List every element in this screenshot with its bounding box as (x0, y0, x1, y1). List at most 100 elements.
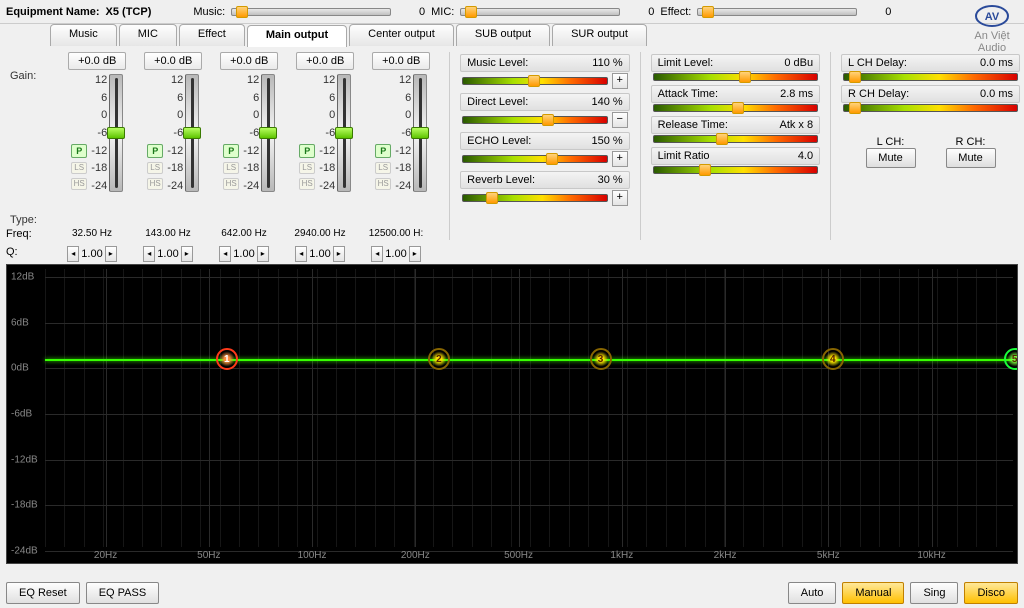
music-slider[interactable] (231, 8, 391, 16)
eq-node-4[interactable]: 4 (822, 348, 844, 370)
eq-pass-button[interactable]: EQ PASS (86, 582, 159, 604)
q-inc-button[interactable]: ▸ (181, 246, 193, 262)
type-highshelf-button[interactable]: HS (299, 178, 315, 190)
param-step-button[interactable]: + (612, 151, 628, 167)
param-row: Limit Ratio4.0 (651, 147, 821, 175)
param-slider[interactable] (653, 104, 819, 112)
tab-center-output[interactable]: Center output (349, 24, 454, 46)
type-lowshelf-button[interactable]: LS (71, 162, 87, 174)
mode-auto-button[interactable]: Auto (788, 582, 837, 604)
param-slider[interactable] (843, 73, 1018, 81)
tab-sub-output[interactable]: SUB output (456, 24, 550, 46)
freq-value-5[interactable]: 12500.00 H: (358, 228, 434, 240)
mode-sing-button[interactable]: Sing (910, 582, 958, 604)
eq-node-1[interactable]: 1 (216, 348, 238, 370)
type-highshelf-button[interactable]: HS (147, 178, 163, 190)
freq-value-4[interactable]: 2940.00 Hz (282, 228, 358, 240)
type-peak-button[interactable]: P (375, 144, 391, 158)
q-value[interactable]: 1.00 (157, 248, 178, 260)
x-tick-label: 500Hz (504, 550, 533, 561)
gain-slider[interactable] (337, 74, 351, 192)
param-name: Direct Level: (467, 96, 528, 108)
q-inc-button[interactable]: ▸ (257, 246, 269, 262)
q-dec-button[interactable]: ◂ (67, 246, 79, 262)
q-value[interactable]: 1.00 (81, 248, 102, 260)
gain-slider[interactable] (413, 74, 427, 192)
type-lowshelf-button[interactable]: LS (375, 162, 391, 174)
type-highshelf-button[interactable]: HS (375, 178, 391, 190)
param-step-button[interactable]: − (612, 112, 628, 128)
type-peak-button[interactable]: P (71, 144, 87, 158)
gain-value[interactable]: +0.0 dB (372, 52, 430, 70)
param-slider[interactable] (462, 155, 608, 163)
q-dec-button[interactable]: ◂ (295, 246, 307, 262)
param-row: Limit Level:0 dBu (651, 54, 821, 82)
param-name: Music Level: (467, 57, 528, 69)
param-step-button[interactable]: + (612, 190, 628, 206)
tab-sur-output[interactable]: SUR output (552, 24, 647, 46)
type-peak-button[interactable]: P (147, 144, 163, 158)
param-value: 2.8 ms (780, 88, 813, 100)
freq-value-2[interactable]: 143.00 Hz (130, 228, 206, 240)
tab-main-output[interactable]: Main output (247, 25, 347, 47)
param-slider[interactable] (462, 194, 608, 202)
eq-node-2[interactable]: 2 (428, 348, 450, 370)
q-inc-button[interactable]: ▸ (409, 246, 421, 262)
param-name: Limit Ratio (658, 150, 710, 162)
type-highshelf-button[interactable]: HS (71, 178, 87, 190)
gain-slider[interactable] (261, 74, 275, 192)
q-dec-button[interactable]: ◂ (143, 246, 155, 262)
tab-mic[interactable]: MIC (119, 24, 177, 46)
r-ch-mute-button[interactable]: Mute (946, 148, 996, 168)
q-cell-3: ◂1.00▸ (206, 246, 282, 262)
effect-slider[interactable] (697, 8, 857, 16)
type-peak-button[interactable]: P (299, 144, 315, 158)
q-dec-button[interactable]: ◂ (219, 246, 231, 262)
param-step-button[interactable]: + (612, 73, 628, 89)
l-ch-mute-button[interactable]: Mute (866, 148, 916, 168)
eq-graph[interactable]: 12dB6dB0dB-6dB-12dB-18dB-24dB20Hz50Hz100… (6, 264, 1018, 564)
eq-curve-line (45, 359, 1013, 361)
param-slider[interactable] (653, 135, 819, 143)
gain-slider[interactable] (185, 74, 199, 192)
q-value[interactable]: 1.00 (233, 248, 254, 260)
type-lowshelf-button[interactable]: LS (299, 162, 315, 174)
q-value[interactable]: 1.00 (309, 248, 330, 260)
param-slider[interactable] (843, 104, 1018, 112)
eq-reset-button[interactable]: EQ Reset (6, 582, 80, 604)
mode-manual-button[interactable]: Manual (842, 582, 904, 604)
gain-slider[interactable] (109, 74, 123, 192)
eq-node-3[interactable]: 3 (590, 348, 612, 370)
y-tick-label: -18dB (11, 500, 38, 511)
param-slider[interactable] (653, 166, 819, 174)
tab-music[interactable]: Music (50, 24, 117, 46)
gain-value[interactable]: +0.0 dB (220, 52, 278, 70)
type-highshelf-button[interactable]: HS (223, 178, 239, 190)
q-value[interactable]: 1.00 (385, 248, 406, 260)
param-value: 0.0 ms (980, 88, 1013, 100)
gain-value[interactable]: +0.0 dB (144, 52, 202, 70)
effect-value: 0 (863, 6, 891, 18)
freq-value-1[interactable]: 32.50 Hz (54, 228, 130, 240)
gain-value[interactable]: +0.0 dB (68, 52, 126, 70)
type-lowshelf-button[interactable]: LS (147, 162, 163, 174)
mic-slider[interactable] (460, 8, 620, 16)
q-inc-button[interactable]: ▸ (333, 246, 345, 262)
l-ch-label: L CH: (866, 136, 916, 148)
equipment-name-value: X5 (TCP) (106, 6, 152, 18)
mode-disco-button[interactable]: Disco (964, 582, 1018, 604)
q-dec-button[interactable]: ◂ (371, 246, 383, 262)
gain-value[interactable]: +0.0 dB (296, 52, 354, 70)
x-tick-label: 2kHz (714, 550, 737, 561)
param-slider[interactable] (462, 116, 608, 124)
q-inc-button[interactable]: ▸ (105, 246, 117, 262)
type-lowshelf-button[interactable]: LS (223, 162, 239, 174)
tab-effect[interactable]: Effect (179, 24, 245, 46)
eq-node-5[interactable]: 5 (1004, 348, 1018, 370)
param-slider[interactable] (653, 73, 819, 81)
param-row: Reverb Level:30 %+ (460, 171, 630, 207)
r-ch-label: R CH: (946, 136, 996, 148)
param-slider[interactable] (462, 77, 608, 85)
freq-value-3[interactable]: 642.00 Hz (206, 228, 282, 240)
type-peak-button[interactable]: P (223, 144, 239, 158)
